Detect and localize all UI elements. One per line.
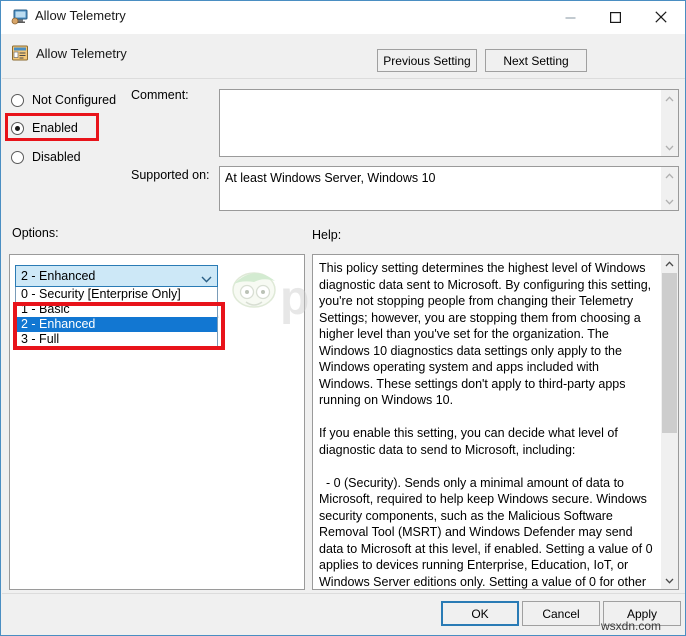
radio-not-configured[interactable]: Not Configured [11, 90, 116, 110]
radio-label-disabled: Disabled [32, 150, 81, 164]
title-bar: Allow Telemetry [1, 1, 685, 34]
radio-label-enabled: Enabled [32, 121, 78, 135]
apply-button[interactable]: Apply [603, 601, 681, 626]
radio-mark-not-configured [11, 93, 24, 107]
window-title: Allow Telemetry [35, 8, 126, 23]
minimize-icon[interactable] [548, 1, 593, 33]
help-panel: This policy setting determines the highe… [312, 254, 679, 590]
radio-mark-enabled [11, 121, 24, 135]
radio-disabled[interactable]: Disabled [11, 147, 81, 167]
footer-divider [2, 593, 685, 594]
supported-scrollbar[interactable] [661, 167, 678, 210]
radio-label-not-configured: Not Configured [32, 93, 117, 107]
next-setting-button[interactable]: Next Setting [485, 49, 587, 72]
comment-scrollbar[interactable] [661, 90, 678, 156]
scroll-up-icon[interactable] [661, 90, 678, 107]
ok-button[interactable]: OK [441, 601, 519, 626]
policy-setting-dialog: Allow Telemetry Allow Telemetry Previous… [0, 0, 686, 636]
chevron-down-icon[interactable] [201, 272, 212, 286]
supported-on-value: At least Windows Server, Windows 10 [225, 171, 436, 185]
help-label: Help: [312, 228, 342, 242]
telemetry-level-dropdown-list[interactable]: 0 - Security [Enterprise Only] 1 - Basic… [15, 287, 218, 348]
monitor-policy-icon [11, 9, 28, 25]
options-label: Options: [12, 226, 59, 240]
help-scrollbar-thumb[interactable] [662, 273, 677, 433]
maximize-icon[interactable] [593, 1, 638, 33]
telemetry-level-combobox[interactable]: 2 - Enhanced [15, 265, 218, 287]
help-scrollbar[interactable] [661, 255, 678, 589]
radio-enabled[interactable]: Enabled [11, 118, 78, 138]
scroll-up-icon[interactable] [661, 255, 678, 272]
comment-box [219, 89, 679, 157]
dropdown-option-full[interactable]: 3 - Full [16, 332, 217, 347]
dropdown-option-security[interactable]: 0 - Security [Enterprise Only] [16, 287, 217, 302]
dropdown-option-enhanced[interactable]: 2 - Enhanced [16, 317, 217, 332]
comment-label: Comment: [131, 88, 189, 102]
help-text: This policy setting determines the highe… [319, 261, 653, 589]
supported-on-box: At least Windows Server, Windows 10 [219, 166, 679, 211]
previous-setting-button[interactable]: Previous Setting [377, 49, 477, 72]
cancel-button[interactable]: Cancel [522, 601, 600, 626]
scroll-down-icon[interactable] [661, 193, 678, 210]
policy-setting-icon [11, 44, 29, 62]
setting-title: Allow Telemetry [36, 46, 127, 61]
scroll-down-icon[interactable] [661, 139, 678, 156]
scroll-down-icon[interactable] [661, 572, 678, 589]
combobox-selected-value: 2 - Enhanced [21, 269, 96, 283]
radio-mark-disabled [11, 150, 24, 164]
scroll-up-icon[interactable] [661, 167, 678, 184]
supported-on-label: Supported on: [131, 168, 210, 182]
close-icon[interactable] [638, 1, 683, 33]
comment-input[interactable] [220, 90, 662, 156]
dropdown-option-basic[interactable]: 1 - Basic [16, 302, 217, 317]
